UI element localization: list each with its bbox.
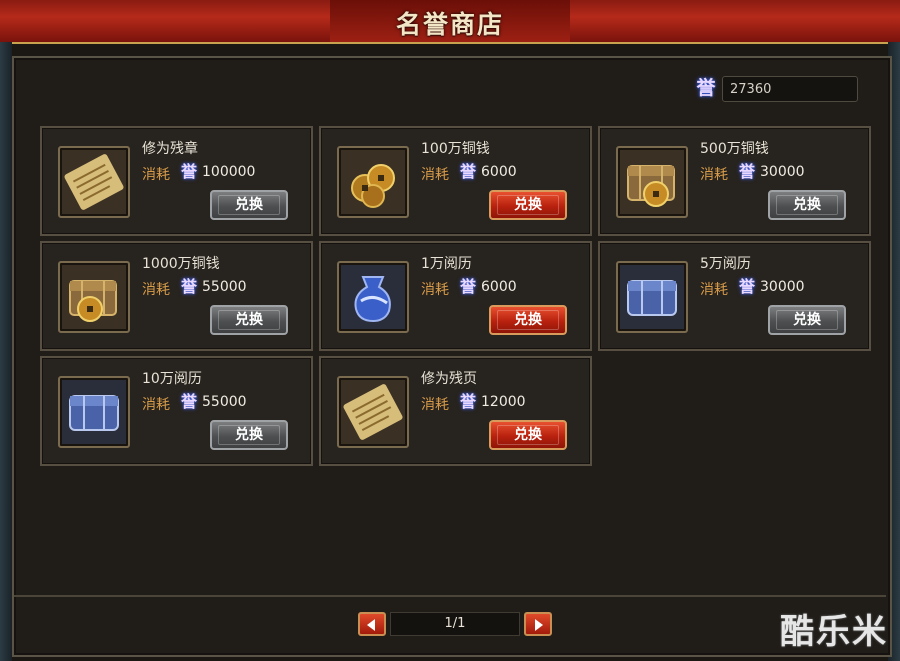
item-card: 1万阅历 消耗 誉 6000 兑换 [319,241,592,351]
cost-label: 消耗 [421,282,449,298]
item-cost: 6000 [481,164,517,180]
honor-icon: 誉 [459,392,476,411]
honor-icon: 誉 [459,162,476,181]
item-card: 1000万铜钱 消耗 誉 55000 兑换 [40,241,313,351]
item-card: 10万阅历 消耗 誉 55000 兑换 [40,356,313,466]
footer-divider [14,595,886,597]
title-bar: 名誉商店 [0,0,900,44]
item-card: 修为残页 消耗 誉 12000 兑换 [319,356,592,466]
exchange-button[interactable]: 兑换 [210,190,288,220]
item-cost: 30000 [760,164,805,180]
item-card: 修为残章 消耗 誉 100000 兑换 [40,126,313,236]
honor-icon: 誉 [459,277,476,296]
exchange-button[interactable]: 兑换 [489,305,567,335]
blue-chest-icon [616,261,688,333]
exchange-button[interactable]: 兑换 [489,190,567,220]
cost-label: 消耗 [142,282,170,298]
coin-chest-icon [616,146,688,218]
item-card: 100万铜钱 消耗 誉 6000 兑换 [319,126,592,236]
arrow-right-icon [535,619,543,631]
next-page-button[interactable] [524,612,552,636]
honor-icon: 誉 [738,162,755,181]
blue-chest-icon [58,376,130,448]
coins-icon [337,146,409,218]
cost-label: 消耗 [142,167,170,183]
item-name: 5万阅历 [700,256,751,272]
item-cost: 12000 [481,394,526,410]
item-name: 1万阅历 [421,256,472,272]
exchange-button[interactable]: 兑换 [489,420,567,450]
scroll-icon [58,146,130,218]
honor-icon: 誉 [180,392,197,411]
item-name: 100万铜钱 [421,141,490,157]
item-name: 500万铜钱 [700,141,769,157]
item-name: 修为残章 [142,141,198,157]
cost-label: 消耗 [700,167,728,183]
coin-chest-icon [58,261,130,333]
item-name: 1000万铜钱 [142,256,220,272]
cost-label: 消耗 [700,282,728,298]
cost-label: 消耗 [421,167,449,183]
exchange-button[interactable]: 兑换 [210,305,288,335]
item-cost: 30000 [760,279,805,295]
honor-icon: 誉 [696,77,716,99]
item-cost: 100000 [202,164,256,180]
blue-bag-icon [337,261,409,333]
honor-icon: 誉 [738,277,755,296]
window-title: 名誉商店 [395,10,504,39]
arrow-left-icon [367,619,375,631]
shop-window: 名誉商店 誉 27360 修为残章 消耗 誉 100000 兑换 100万铜钱 … [0,0,900,661]
honor-balance: 27360 [722,76,858,102]
item-cost: 55000 [202,279,247,295]
honor-icon: 誉 [180,162,197,181]
item-card: 500万铜钱 消耗 誉 30000 兑换 [598,126,871,236]
item-card: 5万阅历 消耗 誉 30000 兑换 [598,241,871,351]
item-cost: 6000 [481,279,517,295]
page-indicator: 1/1 [390,612,520,636]
cost-label: 消耗 [421,397,449,413]
frame-left-edge [0,42,12,661]
cost-label: 消耗 [142,397,170,413]
exchange-button[interactable]: 兑换 [768,305,846,335]
scroll-icon [337,376,409,448]
watermark: 酷乐米 [780,612,888,652]
item-name: 修为残页 [421,371,477,387]
exchange-button[interactable]: 兑换 [768,190,846,220]
prev-page-button[interactable] [358,612,386,636]
honor-icon: 誉 [180,277,197,296]
item-name: 10万阅历 [142,371,202,387]
item-cost: 55000 [202,394,247,410]
exchange-button[interactable]: 兑换 [210,420,288,450]
